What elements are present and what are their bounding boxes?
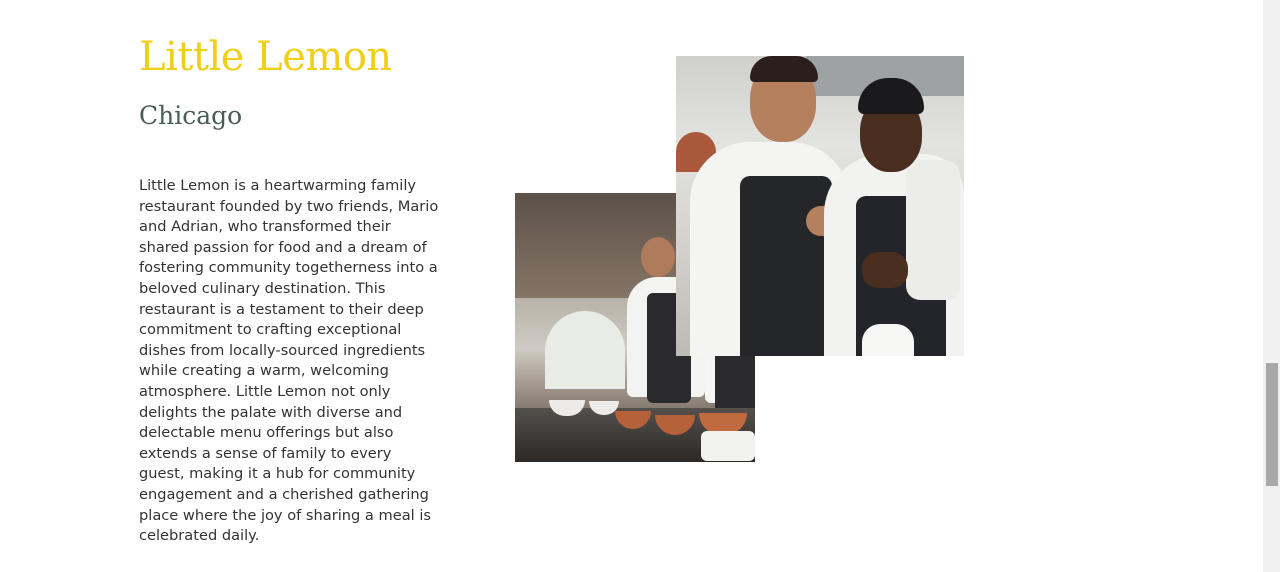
about-section: Little Lemon Chicago Little Lemon is a h…: [0, 0, 1280, 572]
chef-left-head: [641, 237, 675, 277]
chef-left-apron: [740, 176, 832, 356]
chef-right-towel: [906, 160, 960, 300]
page-subtitle: Chicago: [139, 101, 243, 130]
chefs-photo: [676, 56, 964, 356]
kitchen-window: [545, 311, 625, 389]
chef-right-hand: [862, 252, 908, 288]
page-scrollbar[interactable]: [1263, 0, 1280, 572]
plate: [701, 431, 755, 461]
page-title: Little Lemon: [139, 34, 392, 80]
scrollbar-thumb[interactable]: [1266, 363, 1278, 486]
squeeze-bottle: [862, 324, 914, 356]
chef-left-hair: [750, 56, 818, 82]
about-description: Little Lemon is a heartwarming family re…: [139, 177, 439, 545]
